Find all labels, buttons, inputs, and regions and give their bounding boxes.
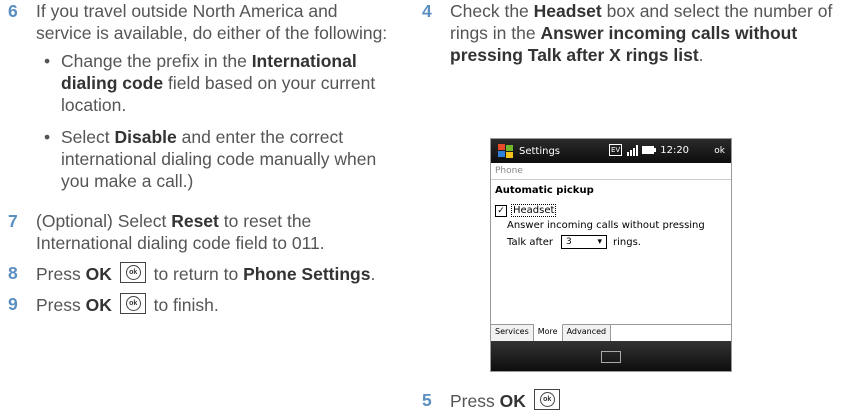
step-number: 6: [8, 1, 18, 21]
section-title: Automatic pickup: [495, 185, 594, 196]
clock-time: 12:20: [660, 144, 690, 156]
rings-value: 3: [566, 237, 572, 247]
tab-more[interactable]: More: [533, 324, 563, 341]
tab-advanced[interactable]: Advanced: [562, 325, 612, 341]
left-column: 6 If you travel outside North America an…: [8, 0, 393, 324]
status-icons: EV 12:20: [609, 144, 689, 156]
list-item: • Select Disable and enter the correct i…: [36, 126, 393, 192]
page-label: Phone: [491, 163, 731, 180]
windows-logo-icon[interactable]: [495, 143, 515, 159]
step-8: 8 Press OK ok to return to Phone Setting…: [8, 262, 376, 284]
step-number: 4: [422, 1, 432, 21]
bullet-icon: •: [44, 51, 51, 71]
chevron-down-icon: ▾: [597, 237, 602, 247]
answer-calls-label: Answer incoming calls without pressing: [507, 220, 705, 231]
ok-key-icon: ok: [119, 293, 146, 314]
keyboard-icon[interactable]: [601, 351, 621, 363]
step-9: 9 Press OK ok to finish.: [8, 293, 219, 315]
signal-icon: [627, 144, 639, 156]
tab-services[interactable]: Services: [491, 325, 534, 341]
right-column: 4 Check the Headset box and select the n…: [422, 0, 841, 74]
soft-key-bar: [491, 341, 731, 371]
headset-label[interactable]: Headset: [511, 204, 557, 217]
ok-key-icon: ok: [119, 262, 146, 283]
step-6: 6 If you travel outside North America an…: [8, 0, 393, 202]
step-7: 7 (Optional) Select Reset to reset the I…: [8, 211, 325, 253]
options-list: • Change the prefix in the International…: [36, 50, 393, 192]
battery-icon: [642, 146, 657, 154]
step-text: If you travel outside North America and …: [36, 1, 388, 43]
talk-after-row: Talk after 3 ▾ rings.: [491, 235, 731, 249]
list-item: • Change the prefix in the International…: [36, 50, 393, 116]
step-number: 5: [422, 390, 432, 410]
bullet-icon: •: [44, 127, 51, 147]
app-title: Settings: [519, 145, 561, 157]
rings-label: rings.: [613, 236, 641, 248]
step-5: 5 Press OK ok: [422, 389, 841, 412]
step-number: 7: [8, 211, 18, 231]
device-screenshot: Settings EV 12:20 ok Phone Automatic pic…: [490, 138, 732, 372]
ev-data-icon: EV: [609, 144, 623, 156]
step-number: 8: [8, 263, 18, 283]
step-4: 4 Check the Headset box and select the n…: [422, 1, 833, 65]
headset-row: ✓ Headset: [491, 204, 731, 217]
title-bar: Settings EV 12:20 ok: [491, 139, 731, 163]
tab-bar: Services More Advanced: [491, 324, 731, 341]
talk-after-label: Talk after: [507, 236, 553, 248]
step-number: 9: [8, 294, 18, 314]
ok-button[interactable]: ok: [714, 146, 725, 156]
rings-select[interactable]: 3 ▾: [561, 235, 607, 249]
headset-checkbox[interactable]: ✓: [495, 204, 507, 217]
